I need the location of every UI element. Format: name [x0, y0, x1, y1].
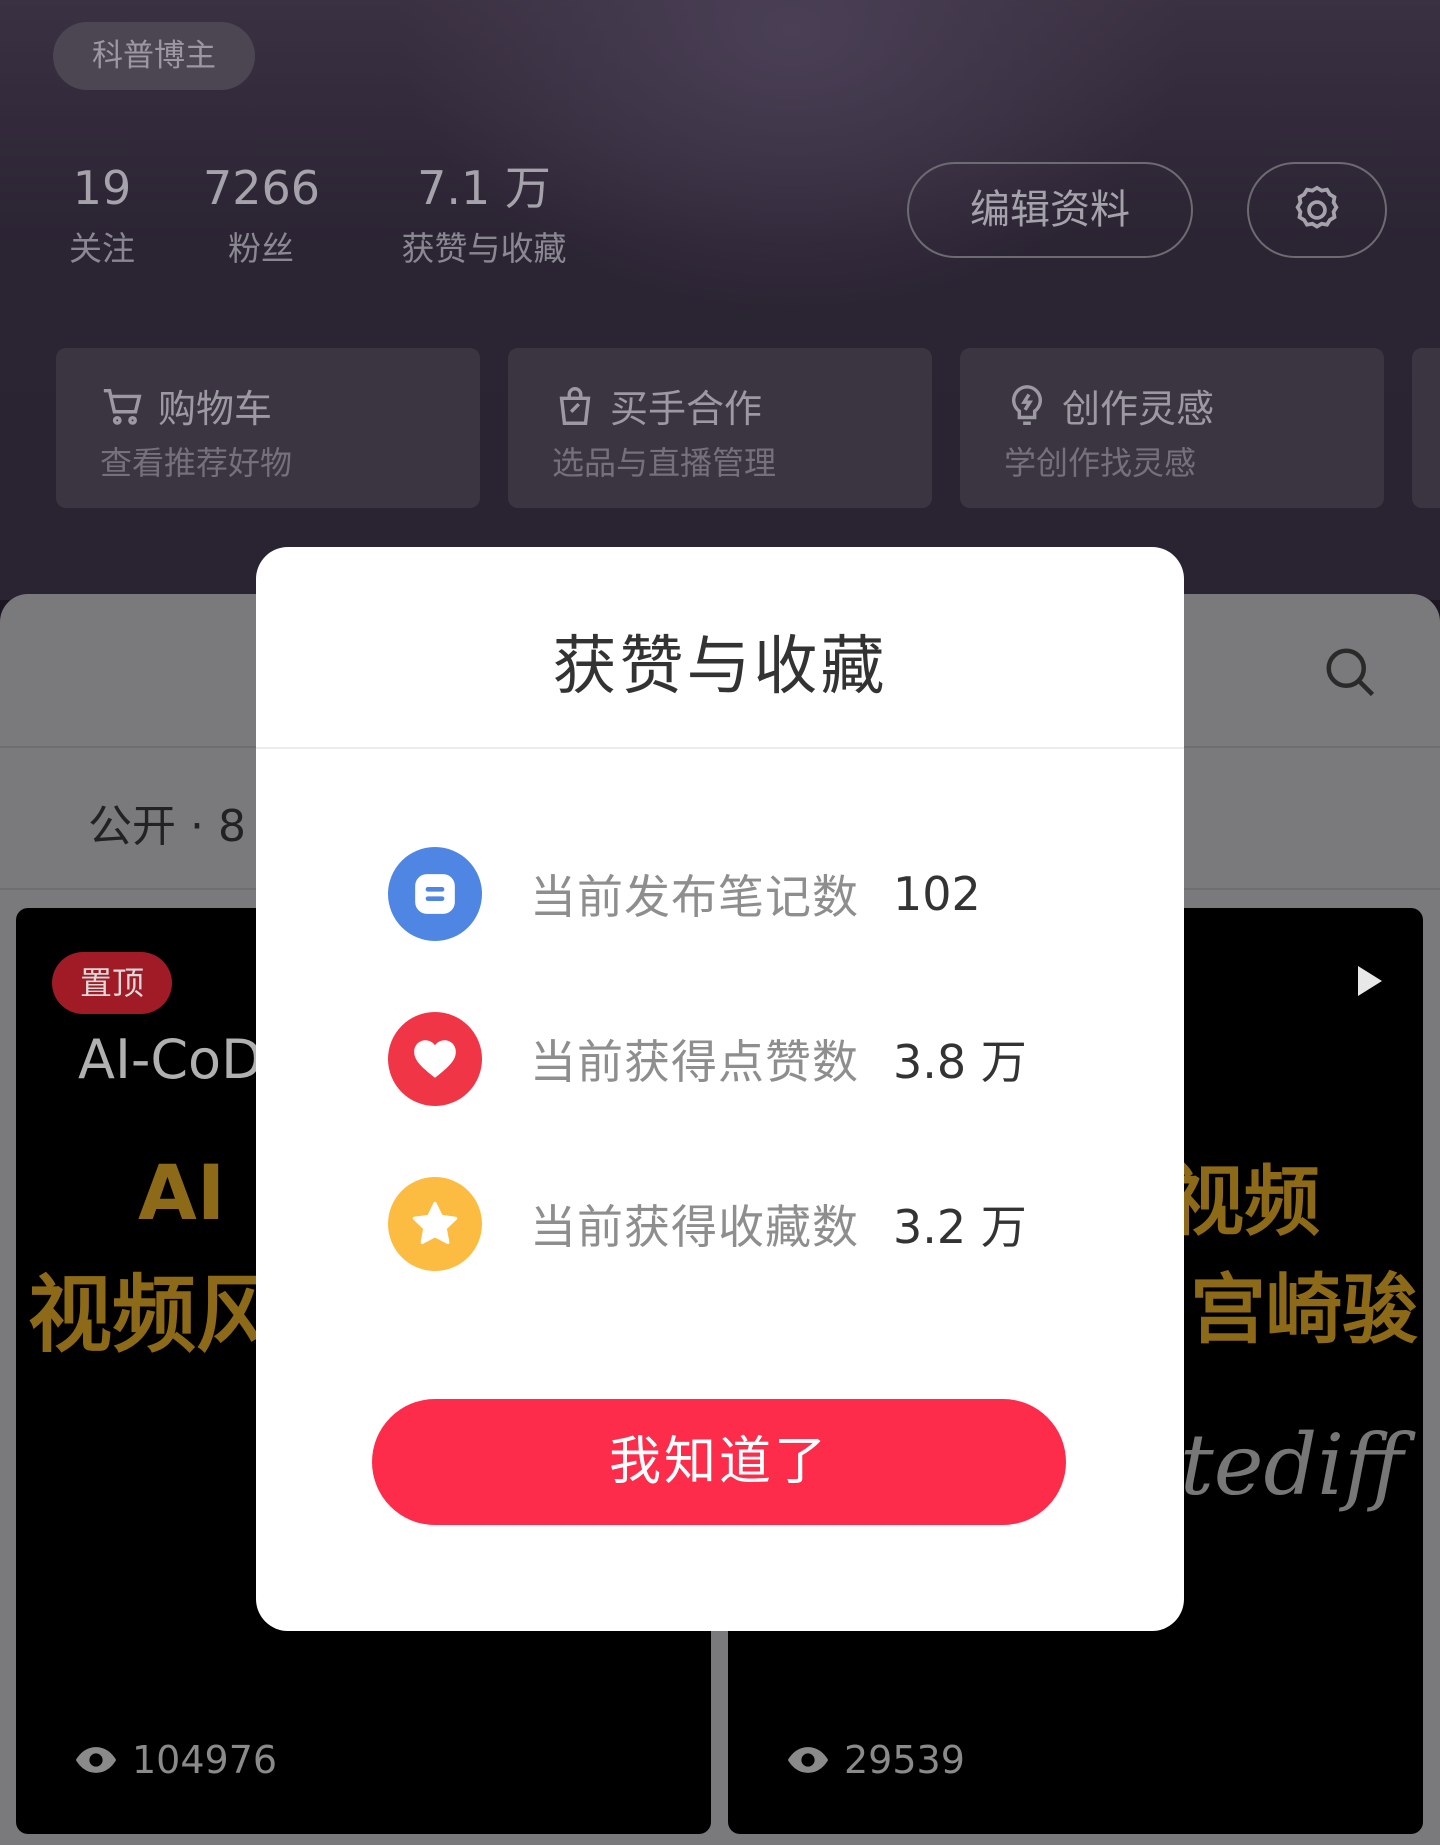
likes-received-value: 3.8 万 — [893, 1035, 1027, 1089]
likes-collects-stat[interactable]: 7.1 万 获赞与收藏 — [384, 158, 584, 274]
more-card-edge[interactable] — [1412, 348, 1440, 508]
buyer-cooperation-subtitle: 选品与直播管理 — [552, 444, 777, 482]
edit-profile-button[interactable]: 编辑资料 — [907, 162, 1193, 258]
view-count: 29539 — [786, 1738, 965, 1782]
cart-subtitle: 查看推荐好物 — [100, 444, 293, 482]
view-count-value: 29539 — [844, 1738, 965, 1782]
inspiration-title: 创作灵感 — [1062, 387, 1215, 431]
collects-received-value: 3.2 万 — [893, 1200, 1027, 1254]
cart-card[interactable]: 购物车 查看推荐好物 — [56, 348, 480, 508]
note-cover-title: AI-CoD — [78, 1028, 263, 1091]
following-stat[interactable]: 19 关注 — [57, 158, 147, 274]
cart-icon — [103, 388, 142, 425]
note-cover-text: 视频 — [1168, 1157, 1320, 1246]
view-count-value: 104976 — [132, 1738, 278, 1782]
note-cover-text: 宫崎骏 — [1190, 1265, 1418, 1354]
heart-icon — [388, 1012, 482, 1106]
eye-icon — [787, 1747, 829, 1773]
notes-published-value: 102 — [893, 867, 981, 921]
profile-header: 科普博主 19 关注 7266 粉丝 7.1 万 获赞与收藏 编辑资料 购物车 … — [0, 0, 1440, 600]
search-button[interactable] — [1320, 642, 1380, 706]
profile-page: 科普博主 19 关注 7266 粉丝 7.1 万 获赞与收藏 编辑资料 购物车 … — [0, 0, 1440, 1845]
got-it-button[interactable]: 我知道了 — [372, 1399, 1066, 1525]
settings-button[interactable] — [1247, 162, 1387, 258]
creator-tag[interactable]: 科普博主 — [53, 22, 255, 90]
cart-title: 购物车 — [158, 387, 273, 431]
play-icon — [1358, 966, 1382, 996]
view-count: 104976 — [74, 1738, 277, 1782]
notes-published-label: 当前发布笔记数 — [530, 870, 859, 924]
dialog-title: 获赞与收藏 — [552, 630, 888, 704]
buyer-cooperation-title: 买手合作 — [610, 387, 763, 431]
note-icon — [388, 847, 482, 941]
notes-published-row: 当前发布笔记数 102 — [388, 847, 981, 941]
following-count: 19 — [72, 161, 132, 215]
star-icon — [388, 1177, 482, 1271]
dialog-divider — [256, 747, 1184, 749]
followers-label: 粉丝 — [228, 229, 294, 268]
search-icon — [1326, 648, 1375, 697]
note-cover-script: tediff — [1180, 1416, 1404, 1514]
followers-stat[interactable]: 7266 粉丝 — [203, 158, 321, 274]
likes-collects-count: 7.1 万 — [417, 161, 551, 215]
collects-received-label: 当前获得收藏数 — [530, 1200, 859, 1254]
eye-icon — [75, 1747, 117, 1773]
likes-collects-dialog: 获赞与收藏 当前发布笔记数 102 当前获得点赞数 3.8 万 当前获得收藏数 … — [256, 547, 1184, 1631]
buyer-cooperation-card[interactable]: 买手合作 选品与直播管理 — [508, 348, 932, 508]
public-notes-label[interactable]: 公开 · 8 — [88, 790, 246, 854]
inspiration-subtitle: 学创作找灵感 — [1004, 444, 1197, 482]
note-cover-text: AI — [138, 1148, 226, 1237]
shopping-bag-icon — [559, 386, 591, 425]
collects-received-row: 当前获得收藏数 3.2 万 — [388, 1177, 1027, 1271]
likes-collects-label: 获赞与收藏 — [401, 229, 567, 268]
following-label: 关注 — [69, 229, 135, 268]
gear-icon — [1295, 185, 1339, 229]
bulb-icon — [1012, 384, 1042, 425]
inspiration-card[interactable]: 创作灵感 学创作找灵感 — [960, 348, 1384, 508]
followers-count: 7266 — [203, 161, 321, 215]
pinned-badge: 置顶 — [52, 952, 172, 1014]
likes-received-label: 当前获得点赞数 — [530, 1035, 859, 1089]
likes-received-row: 当前获得点赞数 3.8 万 — [388, 1012, 1027, 1106]
note-cover-text: 视频风 — [28, 1266, 281, 1364]
